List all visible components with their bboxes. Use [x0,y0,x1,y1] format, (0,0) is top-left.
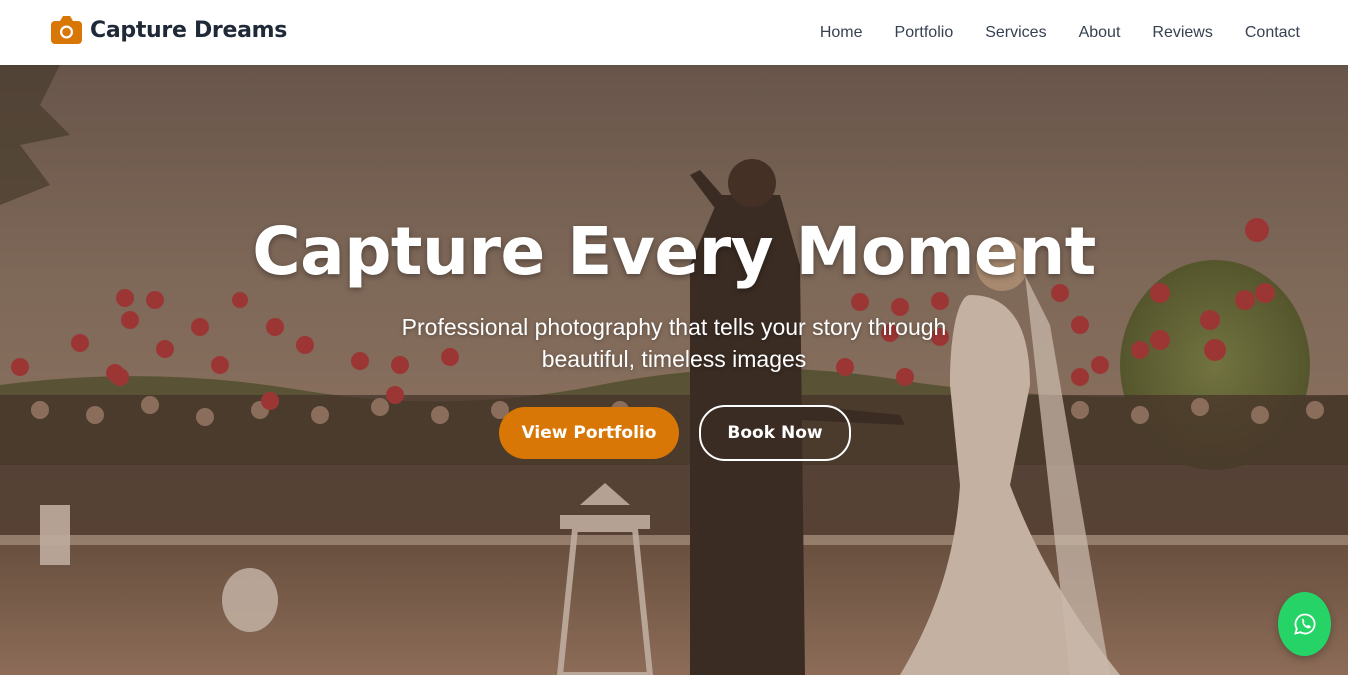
book-now-button[interactable]: Book Now [699,405,851,461]
hero-section: Capture Every Moment Professional photog… [0,65,1348,675]
top-navbar: Capture Dreams Home Portfolio Services A… [0,0,1348,65]
camera-icon [51,16,82,44]
nav-item-services[interactable]: Services [985,24,1046,42]
nav-item-portfolio[interactable]: Portfolio [895,24,954,42]
nav-item-reviews[interactable]: Reviews [1152,24,1212,42]
nav-item-home[interactable]: Home [820,24,863,42]
whatsapp-icon [1293,613,1315,635]
nav-item-about[interactable]: About [1079,24,1121,42]
view-portfolio-button[interactable]: View Portfolio [499,407,679,459]
brand-name: Capture Dreams [90,18,288,43]
brand-logo-link[interactable]: Capture Dreams [51,16,287,45]
hero-title: Capture Every Moment [252,213,1096,290]
whatsapp-chat-button[interactable] [1278,592,1331,656]
nav-item-contact[interactable]: Contact [1245,24,1300,42]
hero-subtitle: Professional photography that tells your… [401,314,947,372]
main-menu: Home Portfolio Services About Reviews Co… [788,0,1300,65]
